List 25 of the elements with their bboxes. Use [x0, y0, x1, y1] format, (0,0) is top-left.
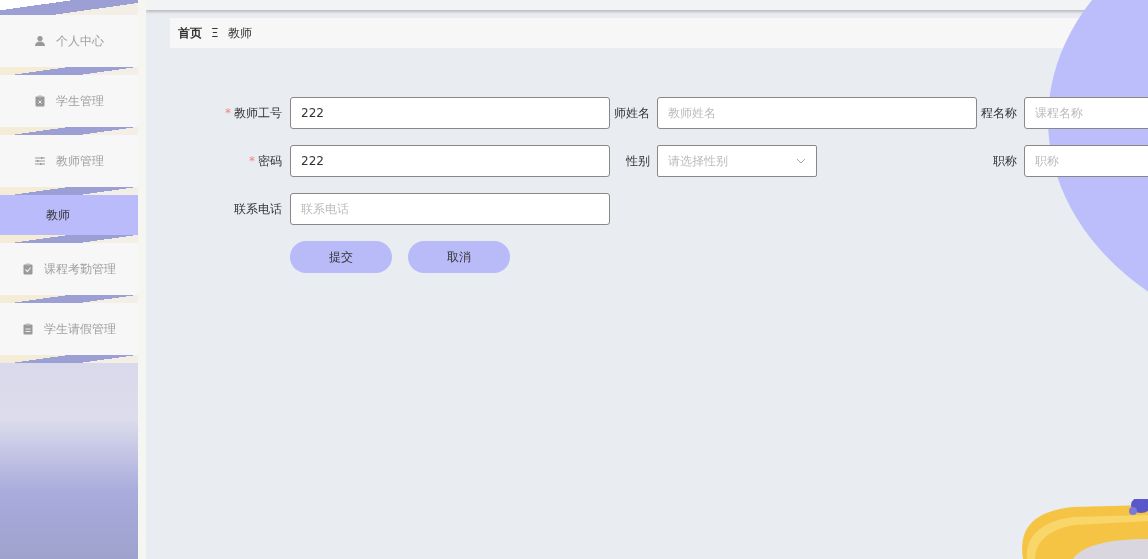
input-field[interactable]: 教师姓名 — [657, 97, 977, 129]
input-field[interactable]: 222 — [290, 97, 610, 129]
clipboard-icon — [34, 95, 46, 107]
clipboard-icon — [22, 323, 34, 335]
input-field[interactable]: 222 — [290, 145, 610, 177]
field-label: 师姓名 — [614, 104, 650, 122]
field-label: * 密码 — [249, 152, 282, 170]
field-label: 职称 — [993, 152, 1017, 170]
field-label: 性别 — [626, 152, 650, 170]
input-field[interactable]: 课程名称 — [1024, 97, 1148, 129]
sliders-icon — [34, 155, 46, 167]
field-label: 联系电话 — [234, 200, 282, 218]
field-label: 程名称 — [981, 104, 1017, 122]
submenu-item[interactable]: 教师 — [0, 195, 138, 235]
clipboard-check-icon — [22, 263, 34, 275]
cancel-button[interactable]: 取消 — [408, 241, 510, 273]
submit-button[interactable]: 提交 — [290, 241, 392, 273]
field-label: * 教师工号 — [225, 104, 282, 122]
chevron-down-icon — [796, 158, 806, 164]
input-field[interactable]: 联系电话 — [290, 193, 610, 225]
breadcrumb-current: 教师 — [227, 24, 252, 42]
breadcrumb-separator: Ξ — [211, 26, 219, 40]
input-field[interactable]: 职称 — [1024, 145, 1148, 177]
user-icon — [34, 35, 46, 47]
breadcrumb-link[interactable]: 首页 — [178, 24, 202, 42]
